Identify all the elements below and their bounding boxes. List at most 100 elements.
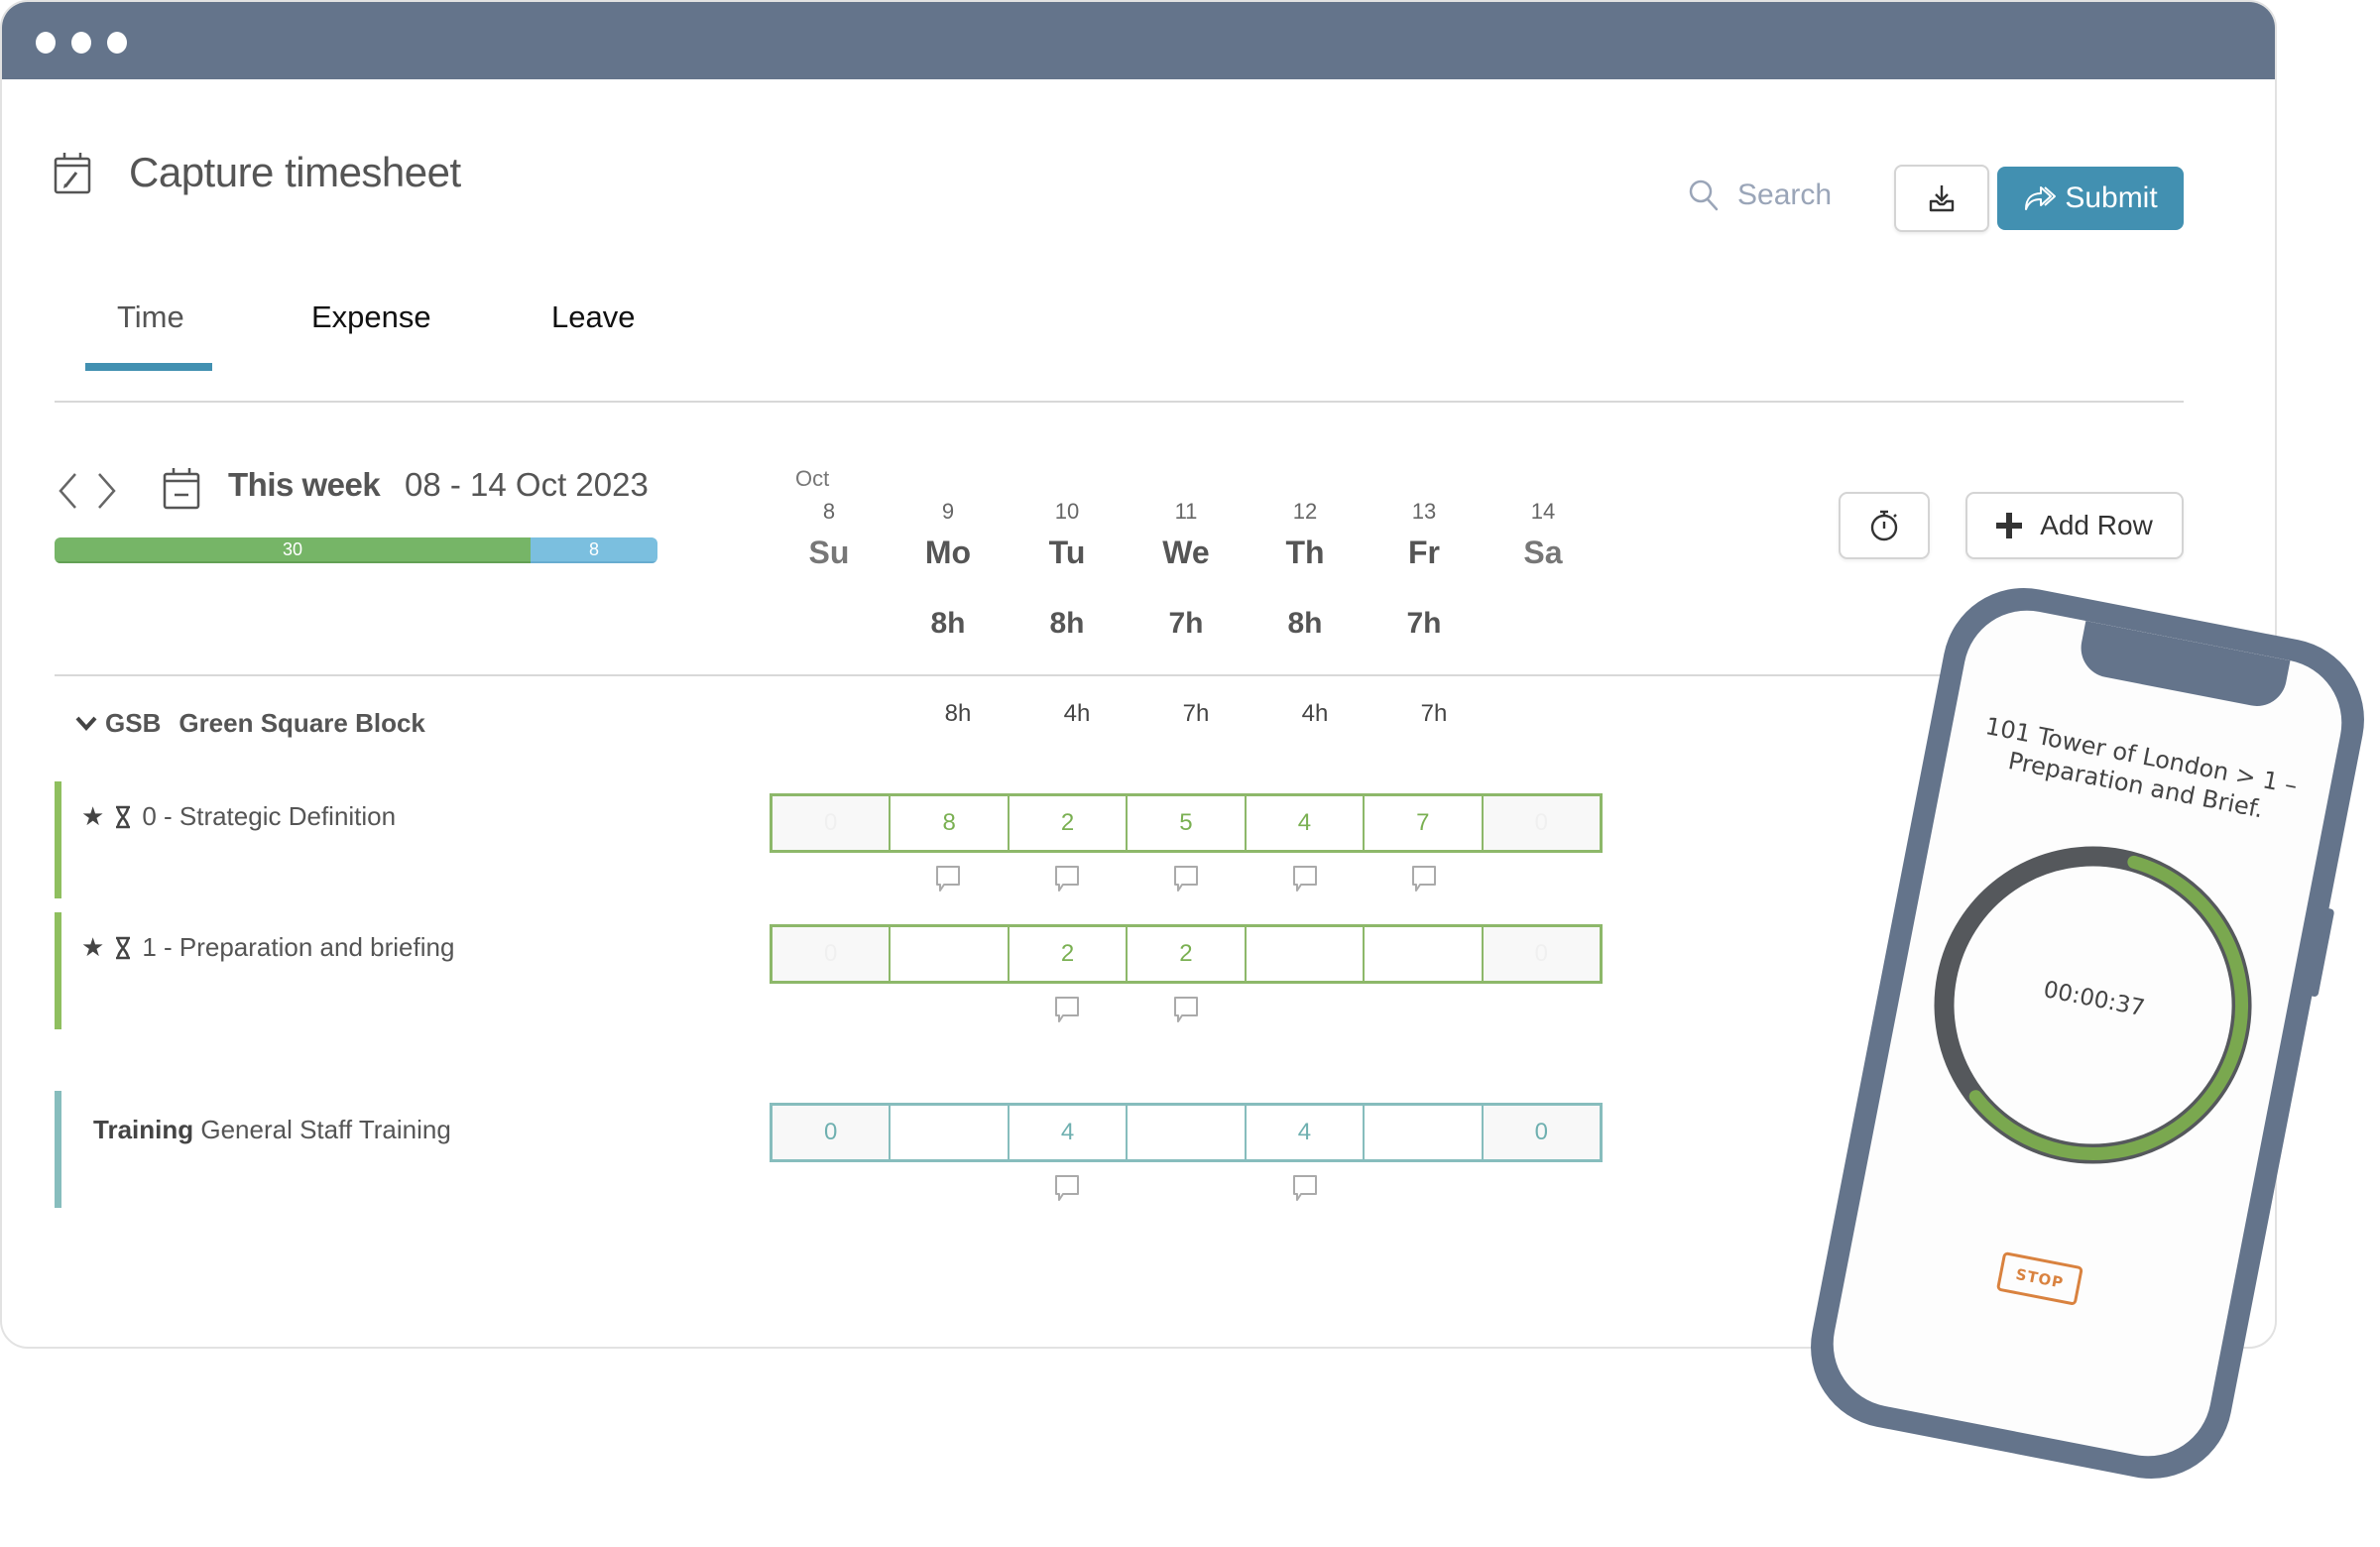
day-header: 12 Th — [1246, 494, 1365, 575]
time-entry-grid: 0 22 0 — [770, 924, 1603, 984]
search-input[interactable]: Search — [1688, 178, 1832, 212]
time-entry-cell[interactable] — [1365, 927, 1484, 981]
day-header: 13 Fr — [1365, 494, 1484, 575]
task-name: 1 - Preparation and briefing — [142, 932, 455, 962]
tabs-divider — [55, 401, 2184, 403]
time-entry-cell[interactable]: 2 — [1010, 927, 1129, 981]
download-icon — [1929, 185, 1955, 212]
month-label: Oct — [795, 466, 830, 491]
time-entry-cell[interactable] — [1128, 1106, 1247, 1159]
comment-icon[interactable] — [1053, 1174, 1081, 1202]
time-entry-cell[interactable]: 8 — [891, 796, 1010, 850]
time-entry-cell[interactable]: 0 — [773, 1106, 892, 1159]
non-billable-hours-segment: 8 — [530, 537, 657, 563]
billable-hours-segment: 30 — [55, 537, 531, 563]
star-icon[interactable]: ★ — [81, 932, 104, 963]
stop-timer-button[interactable]: STOP — [1995, 1250, 2083, 1306]
timer-button[interactable] — [1839, 492, 1930, 559]
comment-icon[interactable] — [1053, 996, 1081, 1023]
time-entry-cell[interactable]: 4 — [1010, 1106, 1129, 1159]
project-group-toggle[interactable]: GSB Green Square Block — [75, 708, 425, 739]
download-button[interactable] — [1894, 165, 1989, 232]
task-row-label[interactable]: ★ 1 - Preparation and briefing — [81, 932, 454, 963]
group-day-total: 4h — [1301, 700, 1329, 727]
day-name: We — [1162, 535, 1210, 570]
window-close-dot[interactable] — [36, 32, 56, 54]
day-number: 9 — [941, 499, 955, 524]
next-week-button[interactable] — [93, 471, 121, 511]
day-number: 11 — [1174, 499, 1198, 524]
hourglass-icon — [116, 805, 131, 828]
time-entry-cell[interactable]: 5 — [1128, 796, 1247, 850]
group-day-total: 7h — [1182, 700, 1210, 727]
day-header: 9 Mo — [889, 494, 1008, 575]
chevron-right-icon — [98, 472, 116, 509]
day-header: 8 Su — [770, 494, 889, 575]
day-name: Tu — [1048, 535, 1086, 570]
day-header: 14 Sa — [1484, 494, 1603, 575]
time-entry-cell[interactable] — [1365, 1106, 1484, 1159]
comment-icon[interactable] — [934, 865, 962, 892]
window-maximize-dot[interactable] — [107, 32, 127, 54]
time-entry-cell[interactable]: 0 — [773, 927, 892, 981]
time-entry-cell[interactable]: 2 — [1010, 796, 1129, 850]
time-entry-cell[interactable]: 0 — [1483, 1106, 1600, 1159]
time-entry-cell[interactable]: 0 — [773, 796, 892, 850]
day-name: Sa — [1523, 535, 1563, 570]
time-entry-cell[interactable]: 0 — [1483, 796, 1600, 850]
previous-week-button[interactable] — [54, 471, 81, 511]
tab-expense[interactable]: Expense — [311, 299, 431, 335]
comment-icon[interactable] — [1291, 865, 1319, 892]
billable-hours-value: 30 — [282, 538, 302, 559]
week-label: This week — [228, 466, 381, 503]
date-picker-button[interactable] — [163, 466, 200, 515]
tab-leave[interactable]: Leave — [551, 299, 635, 335]
active-tab-indicator — [85, 363, 212, 371]
submit-label: Submit — [2065, 181, 2158, 214]
submit-button[interactable]: Submit — [1997, 167, 2184, 230]
comment-icon[interactable] — [1410, 865, 1438, 892]
comment-icon[interactable] — [1172, 865, 1200, 892]
search-placeholder: Search — [1737, 178, 1833, 211]
task-row-label[interactable]: ★ 0 - Strategic Definition — [81, 801, 396, 832]
star-icon[interactable]: ★ — [81, 801, 104, 832]
time-entry-cell[interactable]: 2 — [1128, 927, 1247, 981]
window-minimize-dot[interactable] — [71, 32, 91, 54]
project-name: Green Square Block — [178, 708, 425, 738]
time-entry-cell[interactable]: 4 — [1247, 1106, 1366, 1159]
time-entry-grid: 0 4 4 0 — [770, 1103, 1603, 1162]
add-row-label: Add Row — [2040, 510, 2153, 540]
day-header: 11 We — [1127, 494, 1246, 575]
comment-icon[interactable] — [1053, 865, 1081, 892]
search-icon — [1689, 179, 1719, 211]
stopwatch-icon — [1870, 510, 1898, 541]
day-number: 13 — [1411, 499, 1437, 524]
time-entry-cell[interactable] — [891, 1106, 1010, 1159]
time-entry-cell[interactable]: 4 — [1247, 796, 1366, 850]
day-name: Th — [1285, 535, 1325, 570]
header-divider — [55, 674, 2184, 676]
day-total-hours: 7h — [1406, 607, 1442, 640]
task-name: General Staff Training — [200, 1115, 451, 1144]
day-total-hours: 8h — [1287, 607, 1323, 640]
time-entry-cell[interactable] — [891, 927, 1010, 981]
timer-task-title: 101 Tower of London > 1 – Preparation an… — [1974, 710, 2303, 830]
calendar-icon — [163, 468, 200, 510]
group-day-total: 8h — [944, 700, 972, 727]
week-navigation — [54, 466, 200, 515]
row-accent-bar — [55, 912, 61, 1029]
task-code: Training — [93, 1115, 194, 1144]
add-row-button[interactable]: Add Row — [1965, 492, 2184, 559]
task-row-label[interactable]: Training General Staff Training — [93, 1115, 451, 1145]
time-entry-cell[interactable]: 0 — [1483, 927, 1600, 981]
time-entry-cell[interactable]: 7 — [1365, 796, 1484, 850]
time-entry-cell[interactable] — [1247, 927, 1366, 981]
day-number: 8 — [822, 499, 836, 524]
comment-icon[interactable] — [1172, 996, 1200, 1023]
tab-time[interactable]: Time — [117, 299, 184, 335]
window-titlebar — [2, 2, 2275, 79]
plus-icon — [1996, 513, 2023, 538]
chevron-down-icon — [75, 716, 97, 731]
comment-icon[interactable] — [1291, 1174, 1319, 1202]
weekly-hours-bar: 30 8 — [55, 537, 657, 563]
